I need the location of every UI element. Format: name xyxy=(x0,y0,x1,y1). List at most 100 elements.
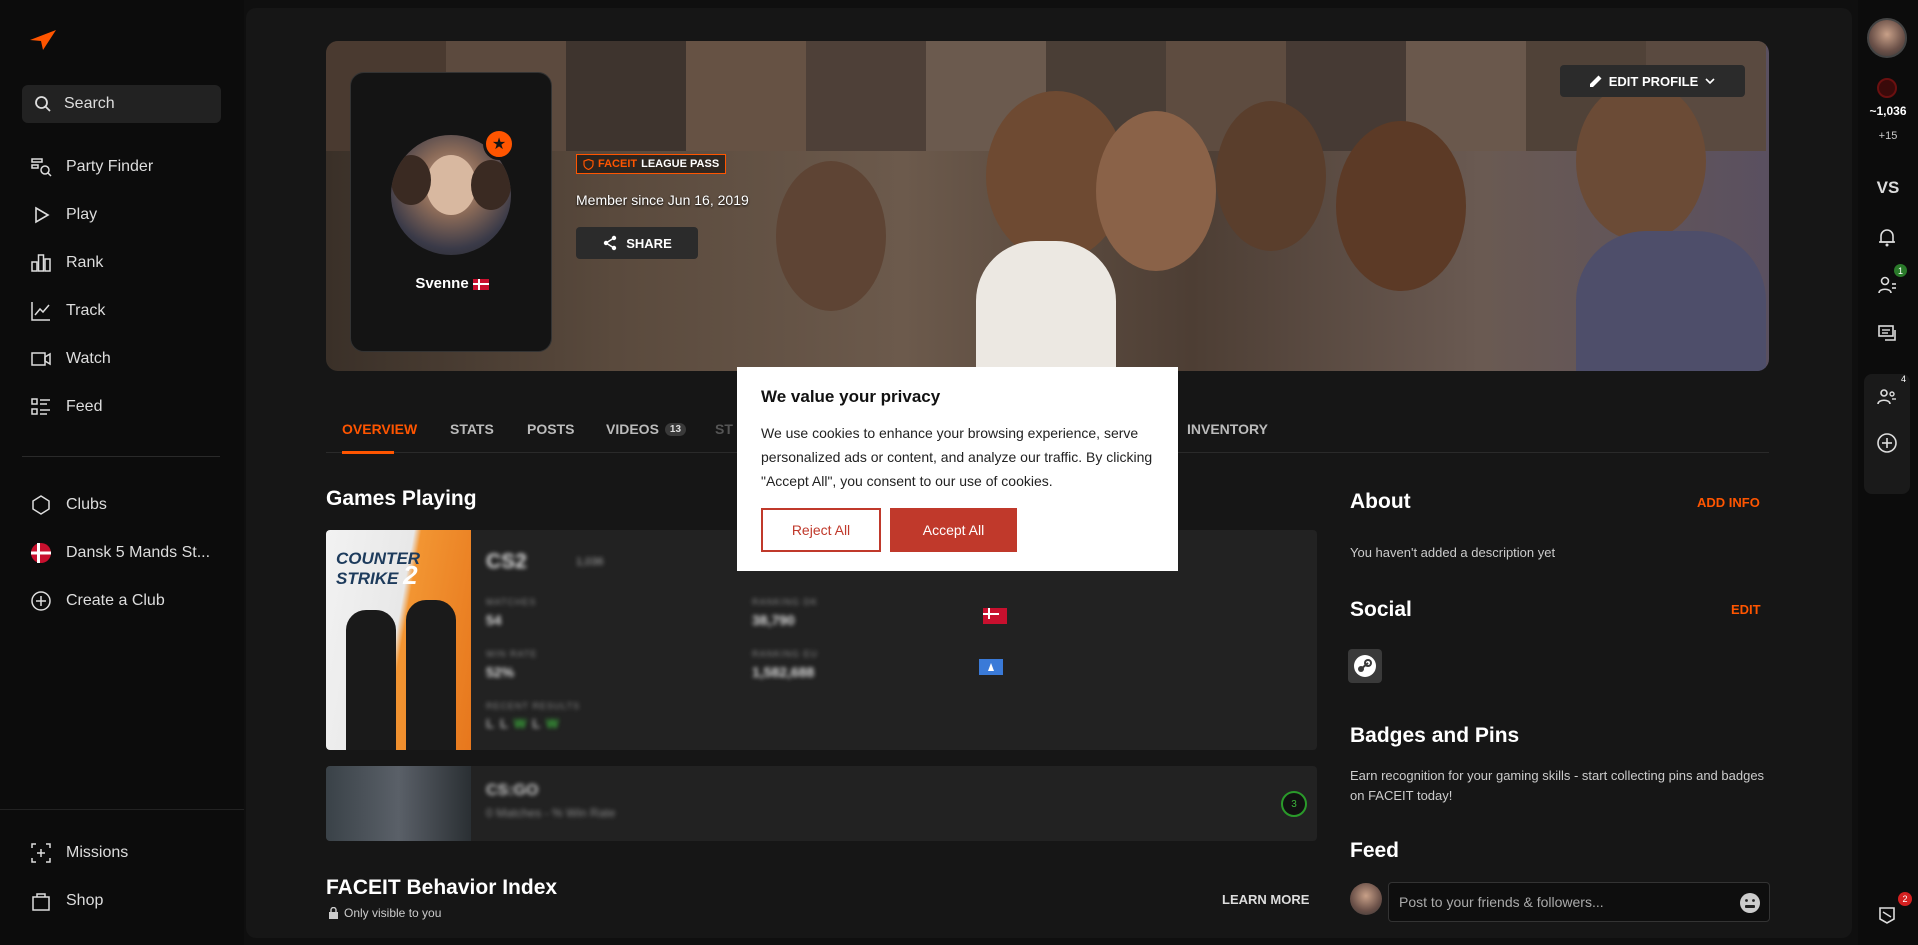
watch-icon xyxy=(30,348,52,370)
chat-icon[interactable] xyxy=(1874,320,1900,346)
plus-circle-icon xyxy=(30,590,52,612)
announcements-badge: 2 xyxy=(1898,892,1912,906)
nav-feed[interactable]: Feed xyxy=(30,392,102,422)
rank-icon xyxy=(30,252,52,274)
nav-play[interactable]: Play xyxy=(30,200,97,230)
party-finder-icon xyxy=(30,156,52,178)
club-flag-icon xyxy=(30,542,52,564)
nav-missions[interactable]: Missions xyxy=(30,838,128,868)
tab-label: POSTS xyxy=(527,421,575,437)
lock-icon xyxy=(329,907,338,919)
cs2-ranking-dk-label: RANKING DK xyxy=(752,597,819,607)
banner-checked-shirt xyxy=(1576,231,1766,371)
plus-circle-icon[interactable] xyxy=(1874,430,1900,456)
avatar-face-left xyxy=(391,155,431,205)
cs2-winrate-value: 52% xyxy=(486,664,515,680)
edit-profile-button[interactable]: EDIT PROFILE xyxy=(1560,65,1745,97)
cs2-logo-line2: STRIKE xyxy=(336,569,399,588)
nav-clubs[interactable]: Clubs xyxy=(30,490,107,520)
vs-button[interactable]: VS xyxy=(1858,178,1918,198)
cs2-ranking-eu-value: 1,582,688 xyxy=(752,664,815,680)
about-title: About xyxy=(1350,490,1411,513)
cs2-matches-label: MATCHES xyxy=(486,597,537,607)
game-card-csgo[interactable]: CS:GO 0 Matches - % Win Rate 3 xyxy=(326,766,1317,841)
share-button[interactable]: SHARE xyxy=(576,227,698,259)
announcements-icon[interactable] xyxy=(1874,902,1900,928)
steam-icon xyxy=(1354,655,1376,677)
nav-label: Feed xyxy=(66,398,103,415)
share-icon xyxy=(604,235,617,251)
behavior-index-title: FACEIT Behavior Index xyxy=(326,876,558,899)
feed-post-input[interactable]: Post to your friends & followers... xyxy=(1388,882,1770,922)
emoji-icon[interactable] xyxy=(1739,892,1761,914)
tab-overview[interactable]: OVERVIEW xyxy=(342,421,417,437)
games-playing-title: Games Playing xyxy=(326,487,477,510)
user-avatar[interactable] xyxy=(1867,18,1907,58)
banner-face xyxy=(1576,81,1706,241)
league-pass-badge[interactable]: FACEIT LEAGUE PASS xyxy=(576,154,727,174)
nav-label: Create a Club xyxy=(66,592,165,609)
banner-face xyxy=(1216,101,1326,251)
avatar-face-right xyxy=(471,160,511,210)
social-title: Social xyxy=(1350,598,1412,621)
cookie-body: We use cookies to enhance your browsing … xyxy=(761,425,1153,489)
cs2-recent-label: RECENT RESULTS xyxy=(486,701,581,711)
csgo-level-badge: 3 xyxy=(1281,791,1307,817)
nav-shop[interactable]: Shop xyxy=(30,886,103,916)
tab-videos[interactable]: VIDEOS 13 xyxy=(606,421,687,437)
right-rail: ~1,036 +15 VS 1 4 2 xyxy=(1858,0,1918,945)
search-button[interactable]: Search xyxy=(22,85,221,123)
banner-tile xyxy=(566,41,686,151)
tab-streams[interactable]: ST xyxy=(715,421,733,437)
feed-icon xyxy=(30,396,52,418)
accept-all-button[interactable]: Accept All xyxy=(890,508,1017,552)
cookie-title: We value your privacy xyxy=(761,387,941,406)
league-pass-text: LEAGUE PASS xyxy=(641,158,720,170)
learn-more-link[interactable]: LEARN MORE xyxy=(1222,892,1309,907)
tab-stats[interactable]: STATS xyxy=(450,421,494,437)
steam-button[interactable] xyxy=(1348,649,1382,683)
notifications-bell-icon[interactable] xyxy=(1874,224,1900,250)
tab-active-underline xyxy=(342,451,394,454)
avatar-face xyxy=(426,155,476,215)
result-item: L xyxy=(486,716,494,731)
clubs-icon xyxy=(30,494,52,516)
reject-all-button[interactable]: Reject All xyxy=(761,508,881,552)
nav-watch[interactable]: Watch xyxy=(30,344,111,374)
faceit-logo[interactable] xyxy=(30,30,56,50)
nav-create-club[interactable]: Create a Club xyxy=(30,586,165,616)
premium-star-icon: ★ xyxy=(483,128,515,160)
result-item: L xyxy=(532,716,541,731)
member-since: Member since Jun 16, 2019 xyxy=(576,192,749,208)
rail-elo: ~1,036 xyxy=(1869,104,1907,118)
shop-icon xyxy=(30,890,52,912)
result-item: W xyxy=(546,716,559,731)
party-icon[interactable] xyxy=(1874,384,1900,410)
social-edit-link[interactable]: EDIT xyxy=(1731,602,1761,617)
cs2-logo: COUNTER STRIKE 2 xyxy=(336,550,464,590)
banner-white-shirt xyxy=(976,241,1116,371)
track-icon xyxy=(30,300,52,322)
missions-icon xyxy=(30,842,52,864)
visibility-text: Only visible to you xyxy=(344,906,442,920)
feed-user-avatar xyxy=(1350,883,1382,915)
rail-elo-delta: +15 xyxy=(1878,130,1898,142)
pencil-icon xyxy=(1589,75,1602,87)
cs2-name: CS2 xyxy=(486,550,527,573)
cs2-elo: 1,036 xyxy=(576,556,604,568)
tab-label: INVENTORY xyxy=(1187,421,1268,437)
cs2-cover-art: COUNTER STRIKE 2 xyxy=(326,530,471,750)
add-info-link[interactable]: ADD INFO xyxy=(1697,495,1760,510)
behavior-visibility: Only visible to you xyxy=(328,906,441,920)
tab-posts[interactable]: POSTS xyxy=(527,421,574,437)
nav-track[interactable]: Track xyxy=(30,296,105,326)
tab-inventory[interactable]: INVENTORY xyxy=(1187,421,1268,437)
cs2-logo-number: 2 xyxy=(403,560,418,590)
csgo-subtitle: 0 Matches - % Win Rate xyxy=(486,806,616,820)
banner-face xyxy=(1096,111,1216,271)
cookie-buttons: Reject All Accept All xyxy=(761,508,1017,552)
nav-club-dansk[interactable]: Dansk 5 Mands St... xyxy=(30,538,210,568)
left-sidebar: Search Party Finder Play Rank Track Watc… xyxy=(0,0,244,945)
nav-party-finder[interactable]: Party Finder xyxy=(30,152,153,182)
nav-rank[interactable]: Rank xyxy=(30,248,103,278)
